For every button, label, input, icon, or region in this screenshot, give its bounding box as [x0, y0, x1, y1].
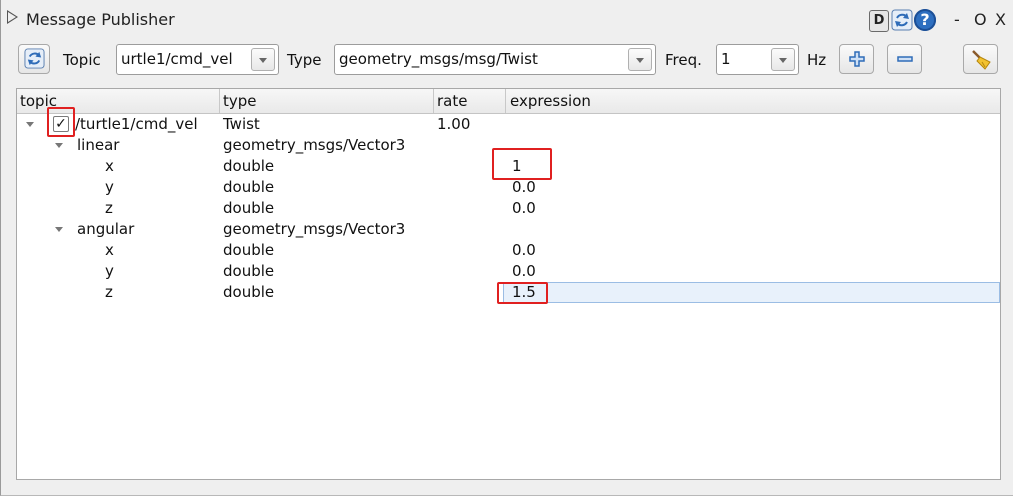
- topic-cell: angular: [77, 220, 135, 238]
- refresh-topics-button[interactable]: [18, 44, 50, 74]
- hz-label: Hz: [807, 51, 827, 69]
- chevron-down-icon[interactable]: [771, 48, 795, 71]
- expression-cell[interactable]: 0.0: [512, 199, 536, 217]
- dock-button[interactable]: D: [869, 10, 889, 32]
- highlight-box-angular-z: [497, 282, 548, 304]
- tree-row-linear-z[interactable]: z double 0.0: [17, 198, 1000, 219]
- expand-arrow-icon[interactable]: [26, 122, 34, 127]
- tree-header: topic type rate expression: [17, 89, 1000, 114]
- column-header-type[interactable]: type: [223, 92, 257, 110]
- column-header-rate[interactable]: rate: [437, 92, 467, 110]
- expression-cell[interactable]: 0.0: [512, 178, 536, 196]
- topic-cell: linear: [77, 136, 120, 154]
- expression-editor[interactable]: [503, 282, 1000, 303]
- topic-cell: y: [105, 262, 114, 280]
- plus-icon: [849, 51, 865, 67]
- collapse-arrow-icon[interactable]: [7, 10, 18, 24]
- expression-cell[interactable]: 0.0: [512, 241, 536, 259]
- refresh-icon: [24, 48, 45, 69]
- freq-label: Freq.: [665, 51, 702, 69]
- close-button[interactable]: X: [995, 10, 1006, 29]
- broom-icon: [972, 50, 991, 70]
- column-header-expression[interactable]: expression: [510, 92, 591, 110]
- topic-cell: y: [105, 178, 114, 196]
- freq-value: 1: [721, 50, 731, 68]
- type-cell: double: [223, 199, 275, 217]
- freq-combobox[interactable]: 1: [716, 44, 799, 75]
- topic-value: urtle1/cmd_vel: [121, 50, 233, 68]
- topic-cell: z: [105, 199, 113, 217]
- message-publisher-window: Message Publisher D ? - O X Topic urtle1…: [0, 0, 1013, 496]
- tree-row-angular[interactable]: angular geometry_msgs/Vector3: [17, 219, 1000, 240]
- restore-button[interactable]: O: [974, 10, 987, 29]
- type-label: Type: [287, 51, 322, 69]
- type-cell: geometry_msgs/Vector3: [223, 220, 406, 238]
- clear-button[interactable]: [963, 44, 998, 74]
- type-cell: double: [223, 241, 275, 259]
- publisher-tree[interactable]: topic type rate expression ✓ /turtle1/cm…: [16, 88, 1001, 480]
- type-cell: double: [223, 283, 275, 301]
- chevron-down-icon[interactable]: [628, 48, 652, 71]
- minimize-button[interactable]: -: [954, 10, 960, 29]
- topic-cell: z: [105, 283, 113, 301]
- topic-combobox[interactable]: urtle1/cmd_vel: [116, 44, 279, 75]
- expand-arrow-icon[interactable]: [55, 143, 63, 148]
- title-bar: Message Publisher D ? - O X: [1, 0, 1013, 40]
- expression-cell[interactable]: 0.0: [512, 262, 536, 280]
- topic-label: Topic: [63, 51, 101, 69]
- topic-cell: /turtle1/cmd_vel: [75, 115, 198, 133]
- help-icon[interactable]: ?: [914, 9, 936, 31]
- type-cell: geometry_msgs/Vector3: [223, 136, 406, 154]
- highlight-box-checkbox: [47, 107, 75, 137]
- topic-cell: x: [105, 157, 114, 175]
- tree-row-angular-y[interactable]: y double 0.0: [17, 261, 1000, 282]
- remove-publisher-button[interactable]: [887, 44, 922, 74]
- add-publisher-button[interactable]: [839, 44, 874, 74]
- tree-row-linear-y[interactable]: y double 0.0: [17, 177, 1000, 198]
- chevron-down-icon[interactable]: [251, 48, 275, 71]
- expand-arrow-icon[interactable]: [55, 227, 63, 232]
- window-title: Message Publisher: [26, 10, 175, 29]
- tree-row-topic[interactable]: ✓ /turtle1/cmd_vel Twist 1.00: [17, 114, 1000, 135]
- type-cell: Twist: [223, 115, 260, 133]
- topic-cell: x: [105, 241, 114, 259]
- tree-row-angular-x[interactable]: x double 0.0: [17, 240, 1000, 261]
- type-cell: double: [223, 178, 275, 196]
- highlight-box-linear-x: [492, 148, 552, 180]
- type-value: geometry_msgs/msg/Twist: [339, 50, 538, 68]
- rate-cell[interactable]: 1.00: [437, 115, 470, 133]
- type-combobox[interactable]: geometry_msgs/msg/Twist: [334, 44, 656, 75]
- reload-icon[interactable]: [891, 9, 913, 31]
- minus-icon: [897, 56, 913, 62]
- type-cell: double: [223, 262, 275, 280]
- type-cell: double: [223, 157, 275, 175]
